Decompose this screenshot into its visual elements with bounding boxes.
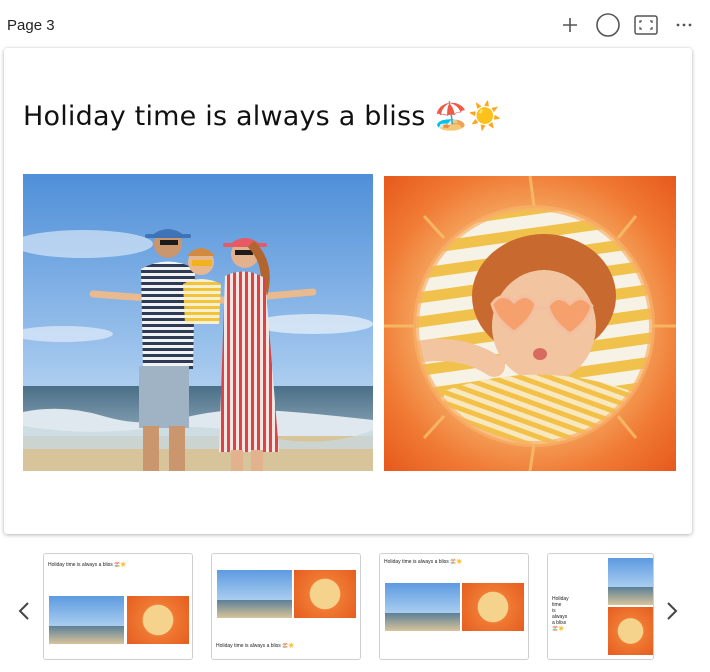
thumbnail-ring-photo	[608, 607, 653, 655]
circle-shape-button[interactable]	[593, 11, 623, 39]
previous-pages-button[interactable]	[14, 598, 34, 624]
page-thumbnail-2[interactable]: Holiday time is always a bliss 🏖️☀️	[211, 553, 361, 660]
thumbnail-caption: Holiday time is always a bliss 🏖️☀️	[552, 596, 569, 632]
page-thumbnail-strip: Holiday time is always a bliss 🏖️☀️ Holi…	[0, 548, 710, 666]
ellipsis-icon	[676, 23, 692, 27]
add-page-button[interactable]	[555, 11, 585, 39]
beach-family-photo[interactable]	[23, 174, 373, 471]
thumbnail-ring-photo	[462, 583, 524, 631]
thumbnail-ring-photo	[294, 570, 356, 618]
page-thumbnail-4[interactable]: Holiday time is always a bliss 🏖️☀️	[547, 553, 654, 660]
thumbnail-beach-photo	[385, 583, 460, 631]
thumbnail-caption: Holiday time is always a bliss 🏖️☀️	[48, 562, 127, 568]
thumbnail-beach-photo	[49, 596, 124, 644]
thumbnail-beach-photo	[608, 558, 653, 605]
page-toolbar	[555, 11, 707, 39]
frame-icon	[634, 15, 658, 35]
next-pages-button[interactable]	[662, 598, 682, 624]
chevron-left-icon	[18, 602, 29, 620]
swim-ring-child-photo[interactable]	[384, 176, 676, 471]
page-heading[interactable]: Holiday time is always a bliss 🏖️☀️	[23, 100, 502, 132]
page-thumbnail-1[interactable]: Holiday time is always a bliss 🏖️☀️	[43, 553, 193, 660]
swim-ring-child-image	[384, 176, 676, 471]
thumbnail-ring-photo	[127, 596, 189, 644]
thumbnail-caption: Holiday time is always a bliss 🏖️☀️	[216, 643, 295, 649]
page-title-label: Page 3	[7, 17, 55, 34]
fit-frame-button[interactable]	[631, 11, 661, 39]
page-canvas[interactable]: Holiday time is always a bliss 🏖️☀️	[4, 48, 692, 534]
beach-family-image	[23, 174, 373, 471]
chevron-right-icon	[667, 602, 678, 620]
thumbnail-beach-photo	[217, 570, 292, 618]
plus-icon	[563, 18, 577, 32]
page-thumbnail-3[interactable]: Holiday time is always a bliss 🏖️☀️	[379, 553, 529, 660]
more-options-button[interactable]	[669, 11, 699, 39]
thumbnail-caption: Holiday time is always a bliss 🏖️☀️	[384, 559, 463, 565]
circle-icon	[596, 13, 620, 37]
